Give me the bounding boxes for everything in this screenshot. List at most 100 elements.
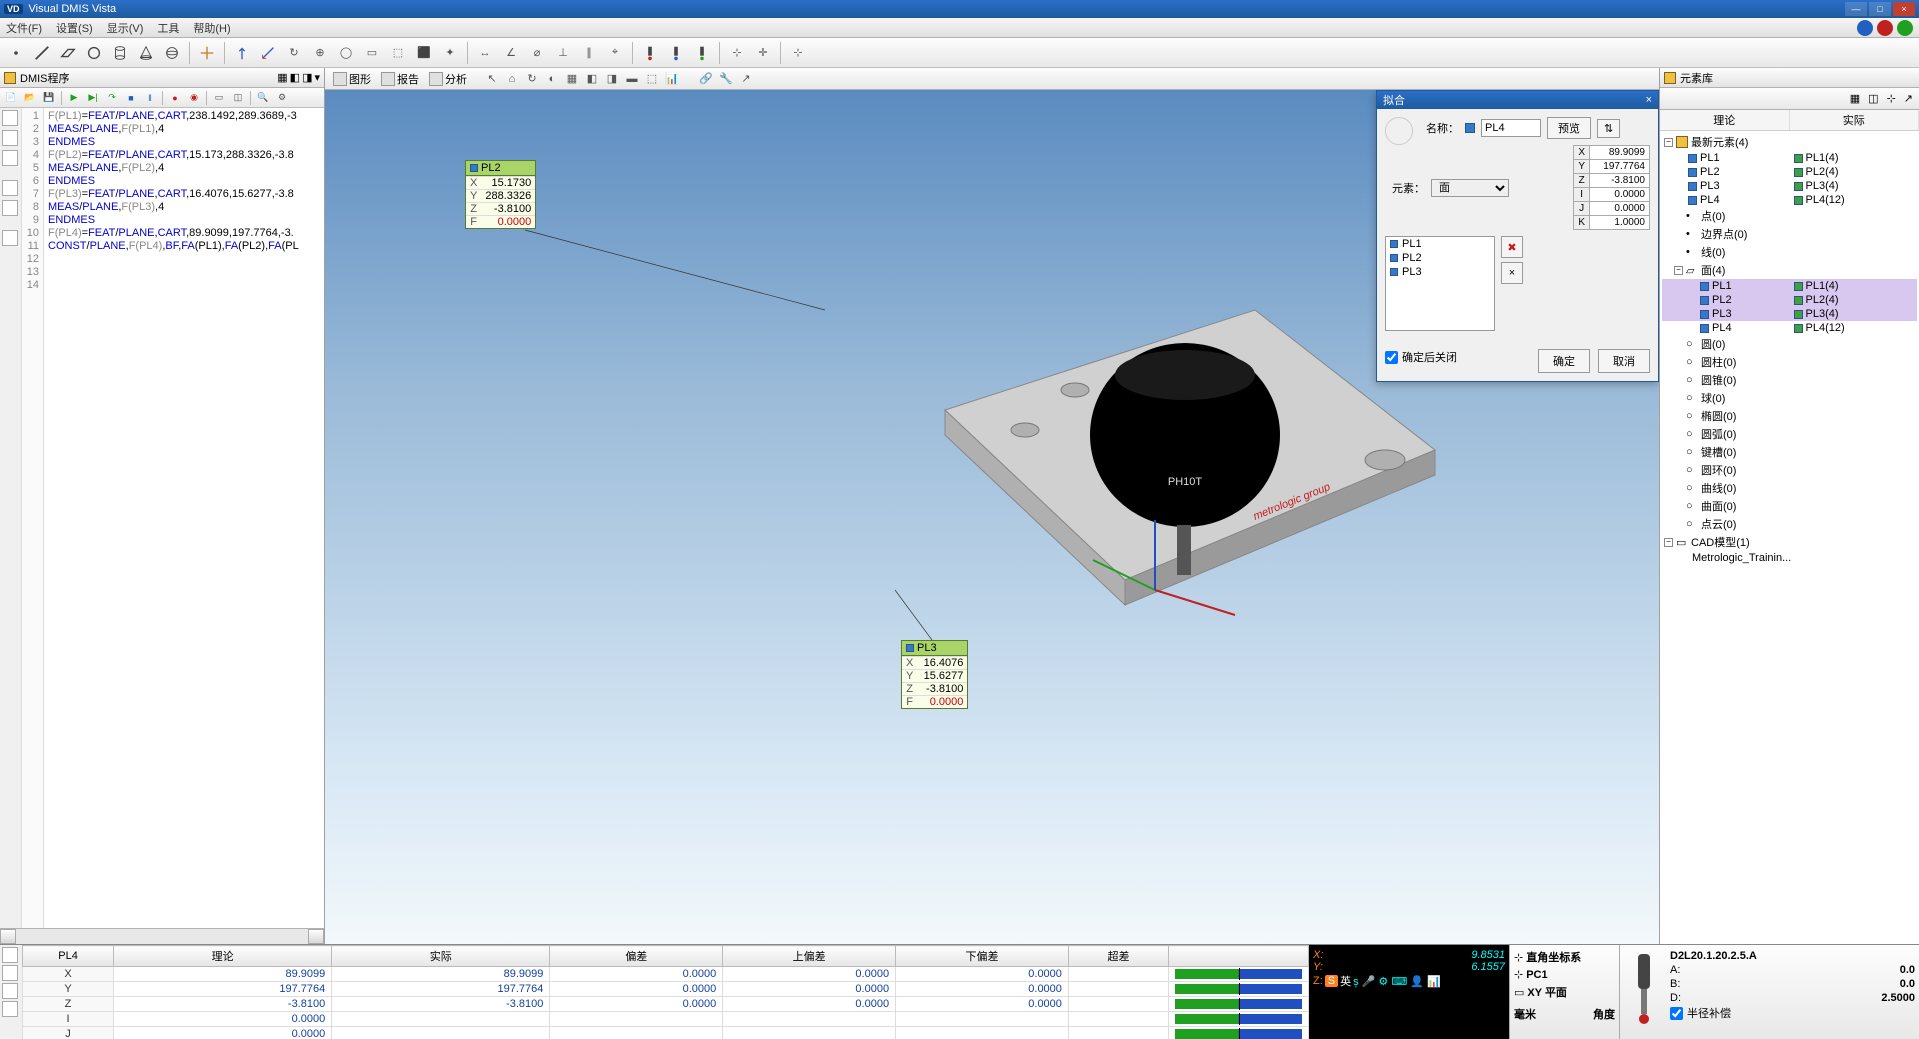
- vw2-icon[interactable]: ▦: [563, 70, 581, 88]
- find-icon[interactable]: 🔍: [254, 90, 272, 106]
- new-icon[interactable]: 📄: [2, 90, 20, 106]
- minimize-button[interactable]: —: [1845, 2, 1867, 16]
- axis3-icon[interactable]: ↻: [282, 41, 306, 65]
- tol4-icon[interactable]: ⊥: [551, 41, 575, 65]
- swap-button[interactable]: ⇅: [1597, 119, 1620, 138]
- side-icon-1[interactable]: [2, 110, 18, 126]
- vw3-icon[interactable]: ◧: [583, 70, 601, 88]
- code-editor[interactable]: 1234567891011121314 F(PL1)=FEAT/PLANE,CA…: [0, 108, 324, 928]
- line-icon[interactable]: [30, 41, 54, 65]
- construct-icon[interactable]: [195, 41, 219, 65]
- feature-list[interactable]: PL1PL2PL3: [1385, 236, 1495, 331]
- menu-tools[interactable]: 工具: [157, 20, 179, 36]
- tol6-icon[interactable]: ⌖: [603, 41, 627, 65]
- sphere-icon[interactable]: [160, 41, 184, 65]
- ok-button[interactable]: 确定: [1538, 349, 1590, 373]
- ed2-icon[interactable]: ◫: [229, 90, 247, 106]
- vw4-icon[interactable]: ◨: [603, 70, 621, 88]
- cone-icon[interactable]: [134, 41, 158, 65]
- cancel-button[interactable]: 取消: [1598, 349, 1650, 373]
- tab-report[interactable]: 报告: [377, 70, 423, 88]
- radius-comp-check[interactable]: 半径补偿: [1670, 1005, 1915, 1021]
- cs3-icon[interactable]: ⊹: [786, 41, 810, 65]
- panel-btn-3[interactable]: ◨: [302, 71, 312, 84]
- btm-icon-2[interactable]: [2, 965, 18, 981]
- code-hscroll[interactable]: [0, 928, 324, 944]
- feat-add-button[interactable]: ✖: [1501, 236, 1523, 258]
- ed3-icon[interactable]: ⚙: [273, 90, 291, 106]
- link-icon[interactable]: 🔗: [697, 70, 715, 88]
- side-icon-3[interactable]: [2, 150, 18, 166]
- tol5-icon[interactable]: ∥: [577, 41, 601, 65]
- cs1-icon[interactable]: ⊹: [725, 41, 749, 65]
- circle-icon[interactable]: [82, 41, 106, 65]
- btm-icon-3[interactable]: [2, 983, 18, 999]
- dialog-close-icon[interactable]: ×: [1646, 94, 1652, 106]
- probe3-icon[interactable]: [690, 41, 714, 65]
- cursor-icon[interactable]: ↖: [483, 70, 501, 88]
- rt-btn-4[interactable]: ↗: [1904, 92, 1913, 105]
- rt-btn-2[interactable]: ◫: [1868, 92, 1878, 105]
- side-icon-4[interactable]: [2, 180, 18, 196]
- axis2-icon[interactable]: [256, 41, 280, 65]
- rt-btn-1[interactable]: ▦: [1850, 92, 1860, 105]
- result-grid[interactable]: PL4理论实际偏差上偏差下偏差超差X89.909989.90990.00000.…: [22, 945, 1309, 1039]
- axis4-icon[interactable]: ⊕: [308, 41, 332, 65]
- plane-icon[interactable]: [56, 41, 80, 65]
- callout-pl3[interactable]: PL3 X16.4076Y15.6277Z-3.8100F0.0000: [901, 640, 968, 709]
- menu-file[interactable]: 文件(F): [6, 20, 42, 36]
- 3d-viewport[interactable]: metrologic group PH10T PL1 X238.1Y289.3Z…: [325, 90, 1659, 944]
- tol1-icon[interactable]: ↔: [473, 41, 497, 65]
- preview-button[interactable]: 预览: [1547, 117, 1591, 139]
- menu-help[interactable]: 帮助(H): [193, 20, 230, 36]
- home-icon[interactable]: ⌂: [503, 70, 521, 88]
- callout-pl2[interactable]: PL2 X15.1730Y288.3326Z-3.8100F0.0000: [465, 160, 536, 229]
- ed1-icon[interactable]: ▭: [210, 90, 228, 106]
- play-icon[interactable]: ▶: [65, 90, 83, 106]
- open-icon[interactable]: 📂: [21, 90, 39, 106]
- cylinder-icon[interactable]: [108, 41, 132, 65]
- stop-icon[interactable]: ■: [122, 90, 140, 106]
- vw5-icon[interactable]: ▬: [623, 70, 641, 88]
- side-icon-2[interactable]: [2, 130, 18, 146]
- cs2-icon[interactable]: ✛: [751, 41, 775, 65]
- axis5-icon[interactable]: ◯: [334, 41, 358, 65]
- panel-btn-2[interactable]: ◧: [290, 71, 300, 84]
- rec2-icon[interactable]: ◉: [185, 90, 203, 106]
- panel-btn-1[interactable]: ▦: [277, 71, 287, 84]
- axis7-icon[interactable]: ⬚: [386, 41, 410, 65]
- stepover-icon[interactable]: ↷: [103, 90, 121, 106]
- close-after-ok-check[interactable]: 确定后关闭: [1385, 349, 1457, 365]
- menu-settings[interactable]: 设置(S): [56, 20, 93, 36]
- tol3-icon[interactable]: ⌀: [525, 41, 549, 65]
- save-icon[interactable]: 💾: [40, 90, 58, 106]
- step-icon[interactable]: ▶|: [84, 90, 102, 106]
- vw7-icon[interactable]: 📊: [663, 70, 681, 88]
- axis6-icon[interactable]: ▭: [360, 41, 384, 65]
- pause-icon[interactable]: ‖: [141, 90, 159, 106]
- point-icon[interactable]: [4, 41, 28, 65]
- btm-icon-4[interactable]: [2, 1001, 18, 1017]
- refresh-icon[interactable]: ↻: [523, 70, 541, 88]
- rec1-icon[interactable]: ●: [166, 90, 184, 106]
- tab-analysis[interactable]: 分析: [425, 70, 471, 88]
- maximize-button[interactable]: □: [1869, 2, 1891, 16]
- name-input[interactable]: [1481, 119, 1541, 137]
- probe2-icon[interactable]: [664, 41, 688, 65]
- side-icon-6[interactable]: [2, 230, 18, 246]
- menu-display[interactable]: 显示(V): [107, 20, 144, 36]
- tol2-icon[interactable]: ∠: [499, 41, 523, 65]
- axis8-icon[interactable]: ⬛: [412, 41, 436, 65]
- rt-btn-3[interactable]: ⊹: [1887, 92, 1896, 105]
- code-lines[interactable]: F(PL1)=FEAT/PLANE,CART,238.1492,289.3689…: [44, 108, 324, 928]
- tab-graphics[interactable]: 图形: [329, 70, 375, 88]
- vw6-icon[interactable]: ⬚: [643, 70, 661, 88]
- axis1-icon[interactable]: [230, 41, 254, 65]
- close-button[interactable]: ×: [1893, 2, 1915, 16]
- elem-select[interactable]: 面: [1431, 179, 1509, 197]
- wrench-icon[interactable]: 🔧: [717, 70, 735, 88]
- btm-icon-1[interactable]: [2, 947, 18, 963]
- feat-del-button[interactable]: ×: [1501, 262, 1523, 284]
- vw1-icon[interactable]: ◐: [543, 70, 561, 88]
- feature-tree[interactable]: −最新元素(4)PL1PL2PL3PL4PL1(4)PL2(4)PL3(4)PL…: [1660, 131, 1919, 944]
